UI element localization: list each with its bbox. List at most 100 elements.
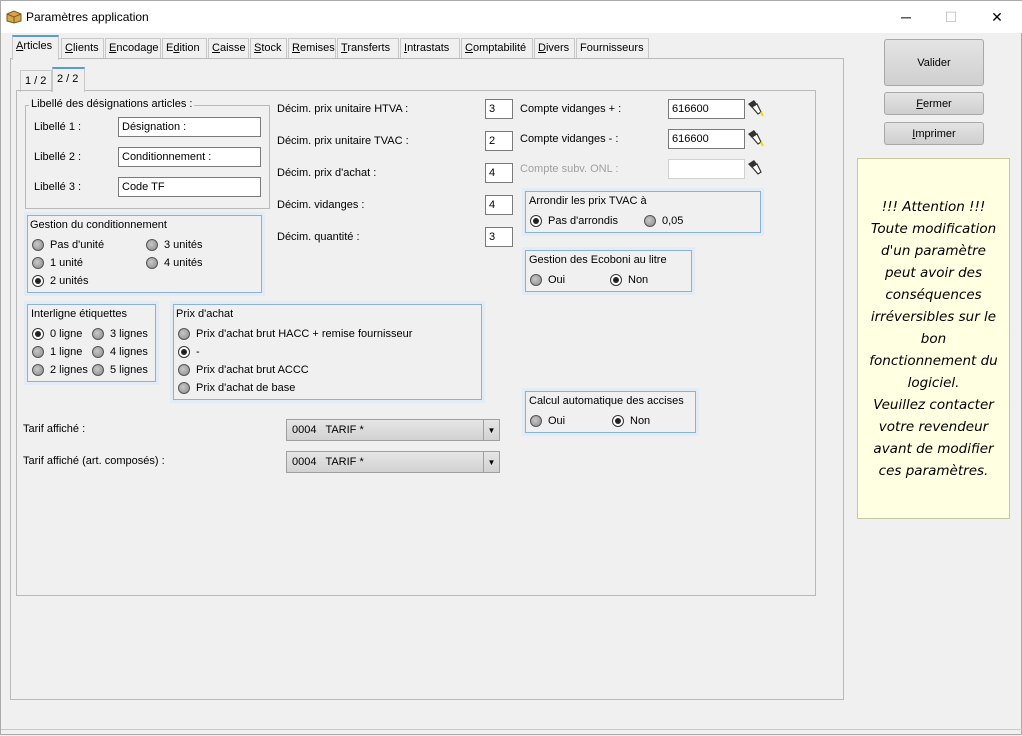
arrondir-title: Arrondir les prix TVAC à [529,195,647,207]
warning-line: avant de modifier [873,441,994,457]
application-window: Paramètres application ─ ☐ ✕ Articles Cl… [0,0,1022,735]
tarif-composes-select[interactable]: 0004 TARIF * ▼ [286,451,500,473]
radio-prix-brut-accc-label: Prix d'achat brut ACCC [196,364,309,376]
radio-accises-oui-label: Oui [548,415,566,427]
radio-ecoboni-non[interactable] [610,274,622,286]
decim-achat-label: Décim. prix d'achat : [277,167,377,179]
warning-note: !!! Attention !!! Toute modification d'u… [857,158,1010,519]
radio-accises-oui[interactable] [530,415,542,427]
tab-divers[interactable]: Divers [534,38,575,59]
radio-2-lignes-label: 2 lignes [50,364,88,376]
maximize-button[interactable]: ☐ [928,1,974,33]
libelles-group-title: Libellé des désignations articles : [29,98,195,110]
warning-line: d'un paramètre [881,243,986,259]
tarif-label: Tarif affiché : [23,423,86,435]
radio-prix-brut-hacc-label: Prix d'achat brut HACC + remise fourniss… [196,328,413,340]
radio-2-unites-label: 2 unités [50,275,89,287]
radio-prix-brut-accc[interactable] [178,364,190,376]
radio-3-lignes-label: 3 lignes [110,328,148,340]
warning-line: !!! Attention !!! [881,199,986,215]
tarif-composes-label: Tarif affiché (art. composés) : [23,455,165,467]
decim-vidanges-label: Décim. vidanges : [277,199,365,211]
warning-line: Toute modification [870,221,997,237]
tab-caisse[interactable]: Caisse [208,38,249,59]
valider-button[interactable]: Valider [884,39,984,86]
radio-4-lignes[interactable] [92,346,104,358]
app-icon [6,10,22,24]
compte-vidanges-plus-input[interactable]: 616600 [668,99,745,119]
radio-prix-brut-hacc[interactable] [178,328,190,340]
radio-pas-unite[interactable] [32,239,44,251]
conditionnement-title: Gestion du conditionnement [30,219,167,231]
decim-tvac-label: Décim. prix unitaire TVAC : [277,135,409,147]
tab-articles[interactable]: Articles [12,35,59,60]
warning-line: ces paramètres. [878,463,989,479]
libelle-1-input[interactable]: Désignation : [118,117,261,137]
tab-comptabilite[interactable]: Comptabilité [461,38,533,59]
tab-edition[interactable]: Edition [162,38,207,59]
radio-3-lignes[interactable] [92,328,104,340]
flashlight-icon[interactable] [745,158,765,178]
tarif-select-value: 0004 TARIF * [292,424,364,436]
radio-3-unites-label: 3 unités [164,239,203,251]
subtab-page-2[interactable]: 2 / 2 [52,67,85,92]
decim-vidanges-input[interactable]: 4 [485,195,513,215]
warning-line: irréversibles sur le [870,309,997,325]
radio-4-unites[interactable] [146,257,158,269]
tab-stock[interactable]: Stock [250,38,287,59]
radio-3-unites[interactable] [146,239,158,251]
close-button[interactable]: ✕ [974,1,1020,33]
decim-tvac-input[interactable]: 2 [485,131,513,151]
warning-line: peut avoir des [884,265,983,281]
compte-vidanges-plus-label: Compte vidanges + : [520,103,622,115]
radio-prix-base[interactable] [178,382,190,394]
decim-achat-input[interactable]: 4 [485,163,513,183]
compte-vidanges-moins-input[interactable]: 616600 [668,129,745,149]
tab-transferts[interactable]: Transferts [337,38,399,59]
radio-accises-non[interactable] [612,415,624,427]
chevron-down-icon[interactable]: ▼ [483,420,499,440]
compte-subv-onl-input[interactable] [668,159,745,179]
radio-4-lignes-label: 4 lignes [110,346,148,358]
subtab-page-1[interactable]: 1 / 2 [20,70,52,92]
tab-encodage[interactable]: Encodage [105,38,161,59]
radio-5-lignes[interactable] [92,364,104,376]
radio-5-lignes-label: 5 lignes [110,364,148,376]
radio-0-ligne[interactable] [32,328,44,340]
window-title: Paramètres application [26,10,149,24]
radio-1-unite-label: 1 unité [50,257,84,269]
radio-pas-unite-label: Pas d'unité [50,239,105,251]
libelle-2-input[interactable]: Conditionnement : [118,147,261,167]
imprimer-button[interactable]: Imprimer [884,122,984,145]
radio-2-lignes[interactable] [32,364,44,376]
radio-ecoboni-non-label: Non [628,274,649,286]
libelle-3-input[interactable]: Code TF [118,177,261,197]
radio-arrondi-005-label: 0,05 [662,215,684,227]
compte-vidanges-moins-label: Compte vidanges - : [520,133,619,145]
interligne-title: Interligne étiquettes [31,308,128,320]
radio-prix-dash-label: - [196,346,200,358]
chevron-down-icon[interactable]: ▼ [483,452,499,472]
decim-htva-input[interactable]: 3 [485,99,513,119]
radio-ecoboni-oui[interactable] [530,274,542,286]
radio-2-unites[interactable] [32,275,44,287]
tab-fournisseurs[interactable]: Fournisseurs [576,38,649,59]
decim-quantite-input[interactable]: 3 [485,227,513,247]
accises-title: Calcul automatique des accises [529,395,684,407]
flashlight-icon[interactable] [745,128,765,148]
radio-pas-arrondis[interactable] [530,215,542,227]
radio-1-ligne[interactable] [32,346,44,358]
fermer-button[interactable]: Fermer [884,92,984,115]
tarif-select[interactable]: 0004 TARIF * ▼ [286,419,500,441]
tab-clients[interactable]: Clients [61,38,104,59]
tab-remises[interactable]: Remises [288,38,336,59]
flashlight-icon[interactable] [745,98,765,118]
radio-0-ligne-label: 0 ligne [50,328,83,340]
tab-intrastats[interactable]: Intrastats [400,38,460,59]
minimize-button[interactable]: ─ [883,1,929,33]
radio-prix-dash[interactable] [178,346,190,358]
libelle-1-label: Libellé 1 : [34,121,82,133]
radio-arrondi-005[interactable] [644,215,656,227]
radio-1-unite[interactable] [32,257,44,269]
warning-line: conséquences [885,287,982,303]
